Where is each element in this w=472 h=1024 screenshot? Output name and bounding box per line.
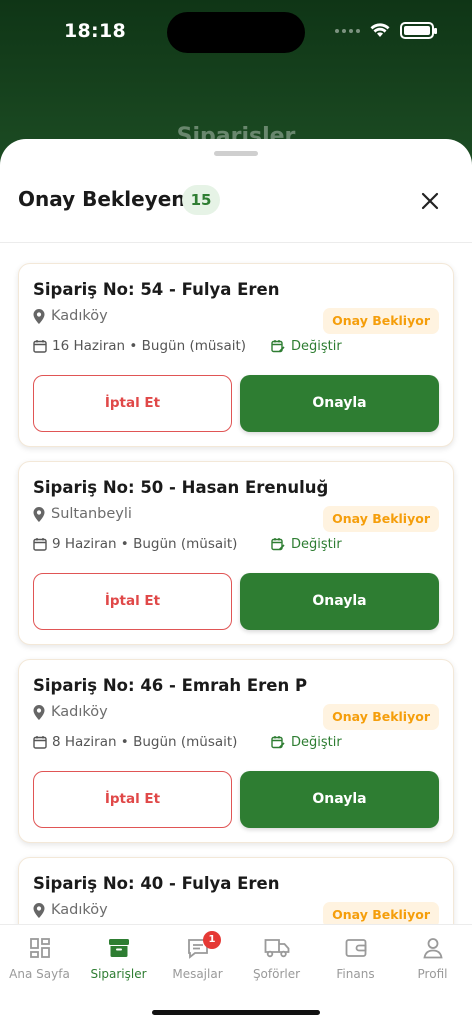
wifi-icon xyxy=(370,23,390,37)
wallet-icon xyxy=(345,939,366,957)
order-title: Sipariş No: 54 - Fulya Eren xyxy=(33,280,280,299)
order-location: Kadıköy xyxy=(33,308,108,324)
tab-finance[interactable]: Finans xyxy=(316,935,395,981)
order-date-text: 16 Haziran • Bugün (müsait) xyxy=(52,338,247,354)
status-badge: Onay Bekliyor xyxy=(323,506,439,532)
calendar-icon xyxy=(33,736,47,749)
order-card: Sipariş No: 46 - Emrah Eren P Kadıköy On… xyxy=(18,659,454,843)
order-location: Kadıköy xyxy=(33,902,108,918)
location-pin-icon xyxy=(33,308,45,324)
status-badge: Onay Bekliyor xyxy=(323,704,439,730)
order-date-text: 9 Haziran • Bugün (müsait) xyxy=(52,536,238,552)
order-location-text: Kadıköy xyxy=(51,704,108,720)
order-title: Sipariş No: 40 - Fulya Eren xyxy=(33,874,280,893)
calendar-icon xyxy=(33,538,47,551)
tab-home[interactable]: Ana Sayfa xyxy=(0,935,79,981)
order-date-text: 8 Haziran • Bugün (müsait) xyxy=(52,734,238,750)
location-pin-icon xyxy=(33,704,45,720)
tab-drivers[interactable]: Şoförler xyxy=(237,935,316,981)
sheet-header: Onay Bekleyen 15 xyxy=(0,179,472,243)
status-badge: Onay Bekliyor xyxy=(323,308,439,334)
calendar-edit-icon xyxy=(271,340,285,353)
change-date-button[interactable]: Değiştir xyxy=(271,735,342,750)
calendar-edit-icon xyxy=(271,538,285,551)
home-indicator xyxy=(152,1010,320,1015)
tab-label: Siparişler xyxy=(90,967,147,981)
status-indicators xyxy=(335,22,437,39)
approve-order-button[interactable]: Onayla xyxy=(240,375,439,432)
dashboard-icon xyxy=(29,938,50,958)
pending-orders-sheet: Onay Bekleyen 15 Sipariş No: 54 - Fulya … xyxy=(0,139,472,1024)
order-date-row: 9 Haziran • Bugün (müsait) Değiştir xyxy=(33,536,342,552)
order-card: Sipariş No: 50 - Hasan Erenuluğ Sultanbe… xyxy=(18,461,454,645)
battery-icon xyxy=(400,22,437,39)
tab-label: Profil xyxy=(417,967,448,981)
pending-count-badge: 15 xyxy=(182,185,220,215)
messages-badge: 1 xyxy=(203,931,221,949)
location-pin-icon xyxy=(33,506,45,522)
order-location-text: Kadıköy xyxy=(51,902,108,918)
tab-label: Finans xyxy=(336,967,375,981)
sheet-title: Onay Bekleyen xyxy=(18,187,186,211)
order-title: Sipariş No: 46 - Emrah Eren P xyxy=(33,676,308,695)
truck-icon xyxy=(264,939,289,958)
sheet-grabber[interactable] xyxy=(214,151,258,156)
change-date-label: Değiştir xyxy=(291,536,342,552)
close-icon xyxy=(421,192,439,210)
approve-order-button[interactable]: Onayla xyxy=(240,573,439,630)
dynamic-island xyxy=(167,12,305,53)
tab-label: Ana Sayfa xyxy=(9,967,70,981)
order-location: Sultanbeyli xyxy=(33,506,132,522)
tab-label: Mesajlar xyxy=(172,967,223,981)
order-location-text: Kadıköy xyxy=(51,308,108,324)
user-icon xyxy=(422,938,443,959)
calendar-icon xyxy=(33,340,47,353)
change-date-label: Değiştir xyxy=(291,338,342,354)
order-title: Sipariş No: 50 - Hasan Erenuluğ xyxy=(33,478,329,497)
tab-messages[interactable]: 1 Mesajlar xyxy=(158,931,237,981)
order-date-row: 16 Haziran • Bugün (müsait) Değiştir xyxy=(33,338,342,354)
location-pin-icon xyxy=(33,902,45,918)
change-date-label: Değiştir xyxy=(291,734,342,750)
tab-profile[interactable]: Profil xyxy=(393,935,472,981)
order-location-text: Sultanbeyli xyxy=(51,506,132,522)
order-location: Kadıköy xyxy=(33,704,108,720)
order-card: Sipariş No: 54 - Fulya Eren Kadıköy Onay… xyxy=(18,263,454,447)
cellular-icon xyxy=(335,28,360,33)
order-date-row: 8 Haziran • Bugün (müsait) Değiştir xyxy=(33,734,342,750)
cancel-order-button[interactable]: İptal Et xyxy=(33,375,232,432)
archive-box-icon xyxy=(108,939,129,957)
status-time: 18:18 xyxy=(64,20,126,42)
cancel-order-button[interactable]: İptal Et xyxy=(33,573,232,630)
change-date-button[interactable]: Değiştir xyxy=(271,339,342,354)
close-button[interactable] xyxy=(418,189,442,213)
calendar-edit-icon xyxy=(271,736,285,749)
cancel-order-button[interactable]: İptal Et xyxy=(33,771,232,828)
approve-order-button[interactable]: Onayla xyxy=(240,771,439,828)
tab-label: Şoförler xyxy=(252,967,301,981)
bottom-tab-bar: Ana Sayfa Siparişler 1 Mesajlar Şoförler… xyxy=(0,924,472,1024)
change-date-button[interactable]: Değiştir xyxy=(271,537,342,552)
tab-orders[interactable]: Siparişler xyxy=(79,935,158,981)
